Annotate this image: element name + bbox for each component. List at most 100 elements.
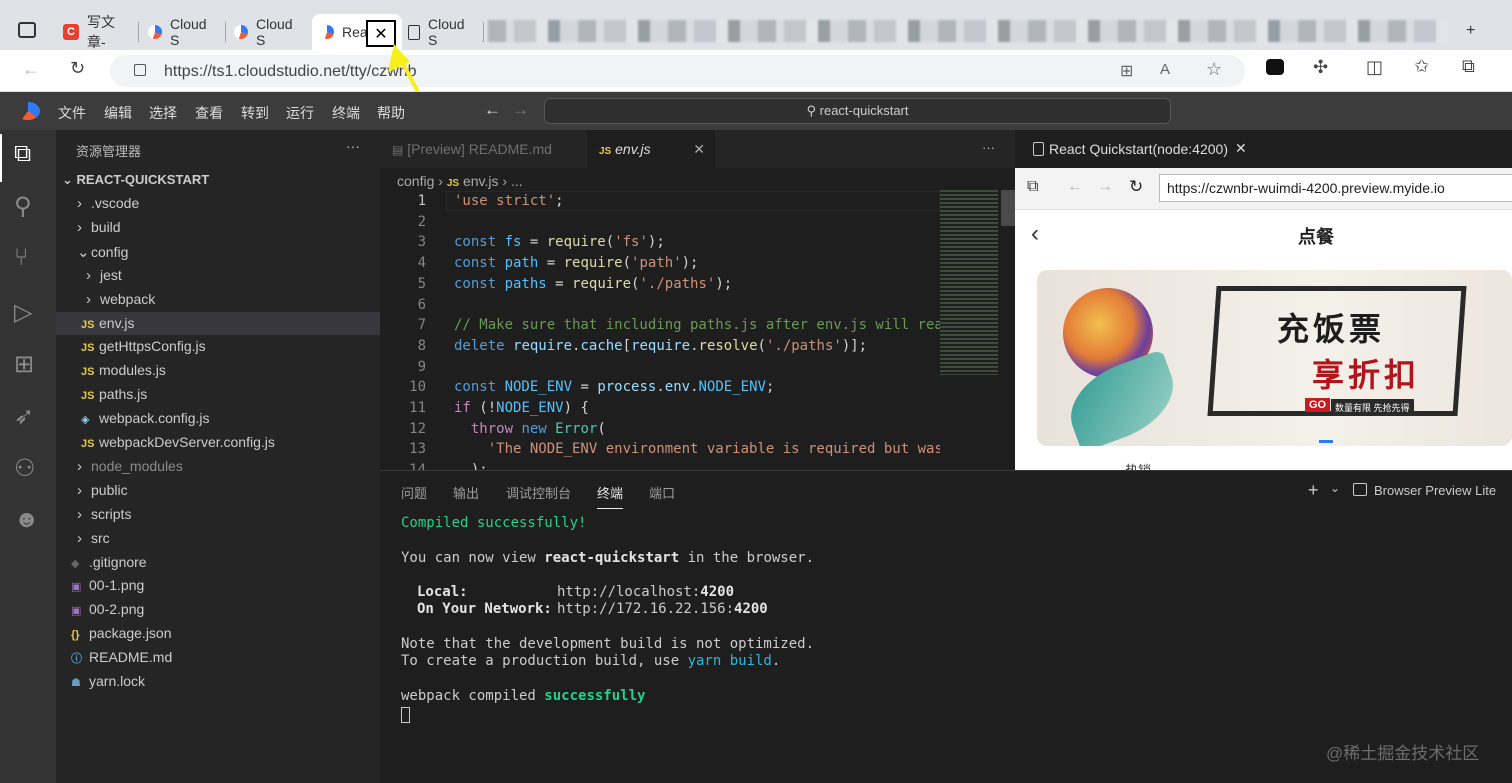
menu-view[interactable]: 查看 bbox=[195, 103, 223, 123]
panel-tab-ports[interactable]: 端口 bbox=[649, 483, 675, 502]
tree-item[interactable]: › scripts bbox=[77, 506, 131, 523]
editor-tab-readme-preview[interactable]: ▤ [Preview] README.md bbox=[380, 130, 580, 168]
tree-item-label: 00-1.png bbox=[89, 577, 145, 594]
menu-run[interactable]: 运行 bbox=[286, 103, 314, 123]
close-icon[interactable]: ✕ bbox=[1235, 140, 1247, 157]
sidebar-more-icon[interactable]: ··· bbox=[346, 138, 360, 154]
editor-more-icon[interactable]: ··· bbox=[982, 140, 995, 155]
tree-item[interactable]: JS webpackDevServer.config.js bbox=[81, 434, 275, 450]
tree-item[interactable]: › build bbox=[77, 219, 121, 236]
tree-item[interactable]: › .vscode bbox=[77, 195, 139, 212]
search-icon[interactable]: ⚲ bbox=[14, 192, 32, 221]
extensions-icon[interactable]: ⊞ bbox=[14, 350, 34, 379]
app-grid-icon[interactable]: ⊞ bbox=[1120, 61, 1133, 81]
tree-item[interactable]: › public bbox=[77, 482, 128, 499]
explorer-icon[interactable]: ⧉ bbox=[14, 140, 31, 168]
extension-dark-icon[interactable] bbox=[1266, 59, 1284, 75]
menu-help[interactable]: 帮助 bbox=[377, 103, 405, 123]
assistant-icon[interactable]: ☻ bbox=[14, 506, 39, 534]
collab-icon[interactable]: ⚇ bbox=[14, 454, 36, 483]
menu-selection[interactable]: 选择 bbox=[149, 103, 177, 123]
page-icon bbox=[408, 24, 420, 40]
editor-scrollbar[interactable] bbox=[1001, 190, 1015, 226]
source-control-icon[interactable]: ⑂ bbox=[14, 244, 28, 272]
tree-item-label: 00-2.png bbox=[89, 601, 145, 618]
minimap[interactable] bbox=[940, 190, 998, 375]
menu-edit[interactable]: 编辑 bbox=[104, 103, 132, 123]
browser-tab-juejin[interactable]: C 写文章- bbox=[55, 14, 139, 50]
nav-forward-icon[interactable]: → bbox=[512, 100, 529, 120]
promo-banner[interactable]: 充饭票 享折扣 GO 数量有限 先抢先得 bbox=[1037, 270, 1512, 446]
preview-tab-label[interactable]: React Quickstart(node:4200) bbox=[1049, 141, 1228, 157]
deploy-rocket-icon[interactable]: ➶ bbox=[14, 402, 34, 431]
back-icon[interactable]: ← bbox=[1067, 178, 1083, 196]
tab-overflow-icon[interactable]: + bbox=[1466, 22, 1475, 40]
command-center[interactable]: ⚲ react-quickstart bbox=[544, 98, 1171, 124]
open-external-icon[interactable]: ⧉ bbox=[1027, 178, 1038, 196]
browser-tab-cloudstudio-2[interactable]: Cloud S bbox=[226, 14, 312, 50]
favorites-icon[interactable]: ✩ bbox=[1414, 56, 1429, 77]
code-token: path bbox=[504, 255, 539, 272]
tree-item[interactable]: ◆ .gitignore bbox=[71, 554, 147, 570]
code-token: 'path' bbox=[631, 255, 682, 272]
menu-terminal[interactable]: 终端 bbox=[332, 103, 360, 123]
tree-item[interactable]: {} package.json bbox=[71, 625, 172, 641]
browser-preview-lite-button[interactable]: Browser Preview Lite bbox=[1374, 483, 1496, 498]
forward-icon[interactable]: → bbox=[1097, 178, 1113, 196]
read-aloud-icon[interactable]: A bbox=[1160, 61, 1170, 78]
page-back-icon[interactable]: ‹ bbox=[1031, 220, 1039, 248]
tree-item-label: scripts bbox=[91, 505, 132, 522]
tree-item[interactable]: JS getHttpsConfig.js bbox=[81, 338, 206, 354]
refresh-icon[interactable]: ↻ bbox=[1129, 177, 1143, 197]
split-screen-icon[interactable]: ◫ bbox=[1366, 57, 1383, 78]
close-tab-icon[interactable]: ✕ bbox=[693, 130, 705, 168]
preview-url-field[interactable]: https://czwnbr-wuimdi-4200.preview.myide… bbox=[1159, 174, 1512, 202]
browser-preview-icon bbox=[1353, 483, 1367, 496]
tree-item[interactable]: ◈ webpack.config.js bbox=[81, 410, 210, 426]
tab-label: 写文章- bbox=[87, 14, 115, 50]
tree-item[interactable]: JS env.js bbox=[81, 315, 135, 331]
panel-tab-debug-console[interactable]: 调试控制台 bbox=[506, 483, 571, 502]
code-token: 'The NODE_ENV environment variable is re… bbox=[454, 441, 940, 458]
tree-item[interactable]: JS paths.js bbox=[81, 386, 147, 402]
tree-item[interactable]: › src bbox=[77, 530, 110, 547]
new-terminal-icon[interactable]: + bbox=[1308, 480, 1319, 501]
panel-tab-problems[interactable]: 问题 bbox=[401, 483, 427, 502]
tree-item[interactable]: ▣ 00-2.png bbox=[71, 601, 144, 617]
ide-menubar: 文件 编辑 选择 查看 转到 运行 终端 帮助 ← → ⚲ react-quic… bbox=[0, 92, 1512, 130]
root-folder[interactable]: ⌄ REACT-QUICKSTART bbox=[62, 172, 209, 188]
back-icon[interactable]: ← bbox=[22, 59, 40, 80]
carousel-indicator[interactable] bbox=[1319, 440, 1333, 443]
tree-item[interactable]: › node_modules bbox=[77, 458, 183, 475]
term-note1: Note that the development build is not o… bbox=[401, 636, 815, 652]
extensions-puzzle-icon[interactable]: ✣ bbox=[1313, 57, 1328, 78]
code-token: ; bbox=[555, 193, 564, 209]
chevron-down-icon[interactable]: ⌄ bbox=[1330, 481, 1340, 495]
menu-go[interactable]: 转到 bbox=[241, 103, 269, 123]
search-icon: ⚲ bbox=[806, 103, 817, 118]
tree-item[interactable]: ⌄config bbox=[77, 243, 128, 261]
refresh-icon[interactable]: ↻ bbox=[70, 58, 85, 79]
panel-tab-terminal[interactable]: 终端 bbox=[597, 483, 624, 509]
code-token: './paths' bbox=[765, 337, 842, 354]
menu-file[interactable]: 文件 bbox=[58, 103, 86, 123]
json-file-icon: {} bbox=[71, 629, 80, 642]
url-field[interactable]: https://ts1.cloudstudio.net/tty/czwnb ⊞ … bbox=[110, 55, 1245, 87]
panel-tab-output[interactable]: 输出 bbox=[453, 483, 479, 502]
tree-item[interactable]: › webpack bbox=[86, 291, 155, 308]
tab-label: Cloud S bbox=[170, 16, 207, 48]
collections-icon[interactable]: ⧉ bbox=[1462, 56, 1475, 77]
tree-item[interactable]: ▣ 00-1.png bbox=[71, 577, 144, 593]
tab-actions-icon[interactable] bbox=[18, 22, 36, 38]
run-debug-icon[interactable]: ▷ bbox=[14, 298, 32, 327]
tree-item[interactable]: › jest bbox=[86, 267, 122, 284]
favorite-star-icon[interactable]: ☆ bbox=[1206, 59, 1222, 80]
code-token: new bbox=[521, 420, 556, 437]
editor-tab-env-js[interactable]: JS env.js ✕ bbox=[587, 130, 715, 168]
tree-item[interactable]: ☗ yarn.lock bbox=[71, 673, 145, 689]
nav-back-icon[interactable]: ← bbox=[484, 100, 501, 120]
browser-tab-cloudstudio-1[interactable]: Cloud S bbox=[140, 14, 226, 50]
tree-item[interactable]: JS modules.js bbox=[81, 362, 166, 378]
tree-item[interactable]: ⓘ README.md bbox=[71, 649, 172, 666]
terminal-cursor[interactable] bbox=[401, 707, 410, 723]
